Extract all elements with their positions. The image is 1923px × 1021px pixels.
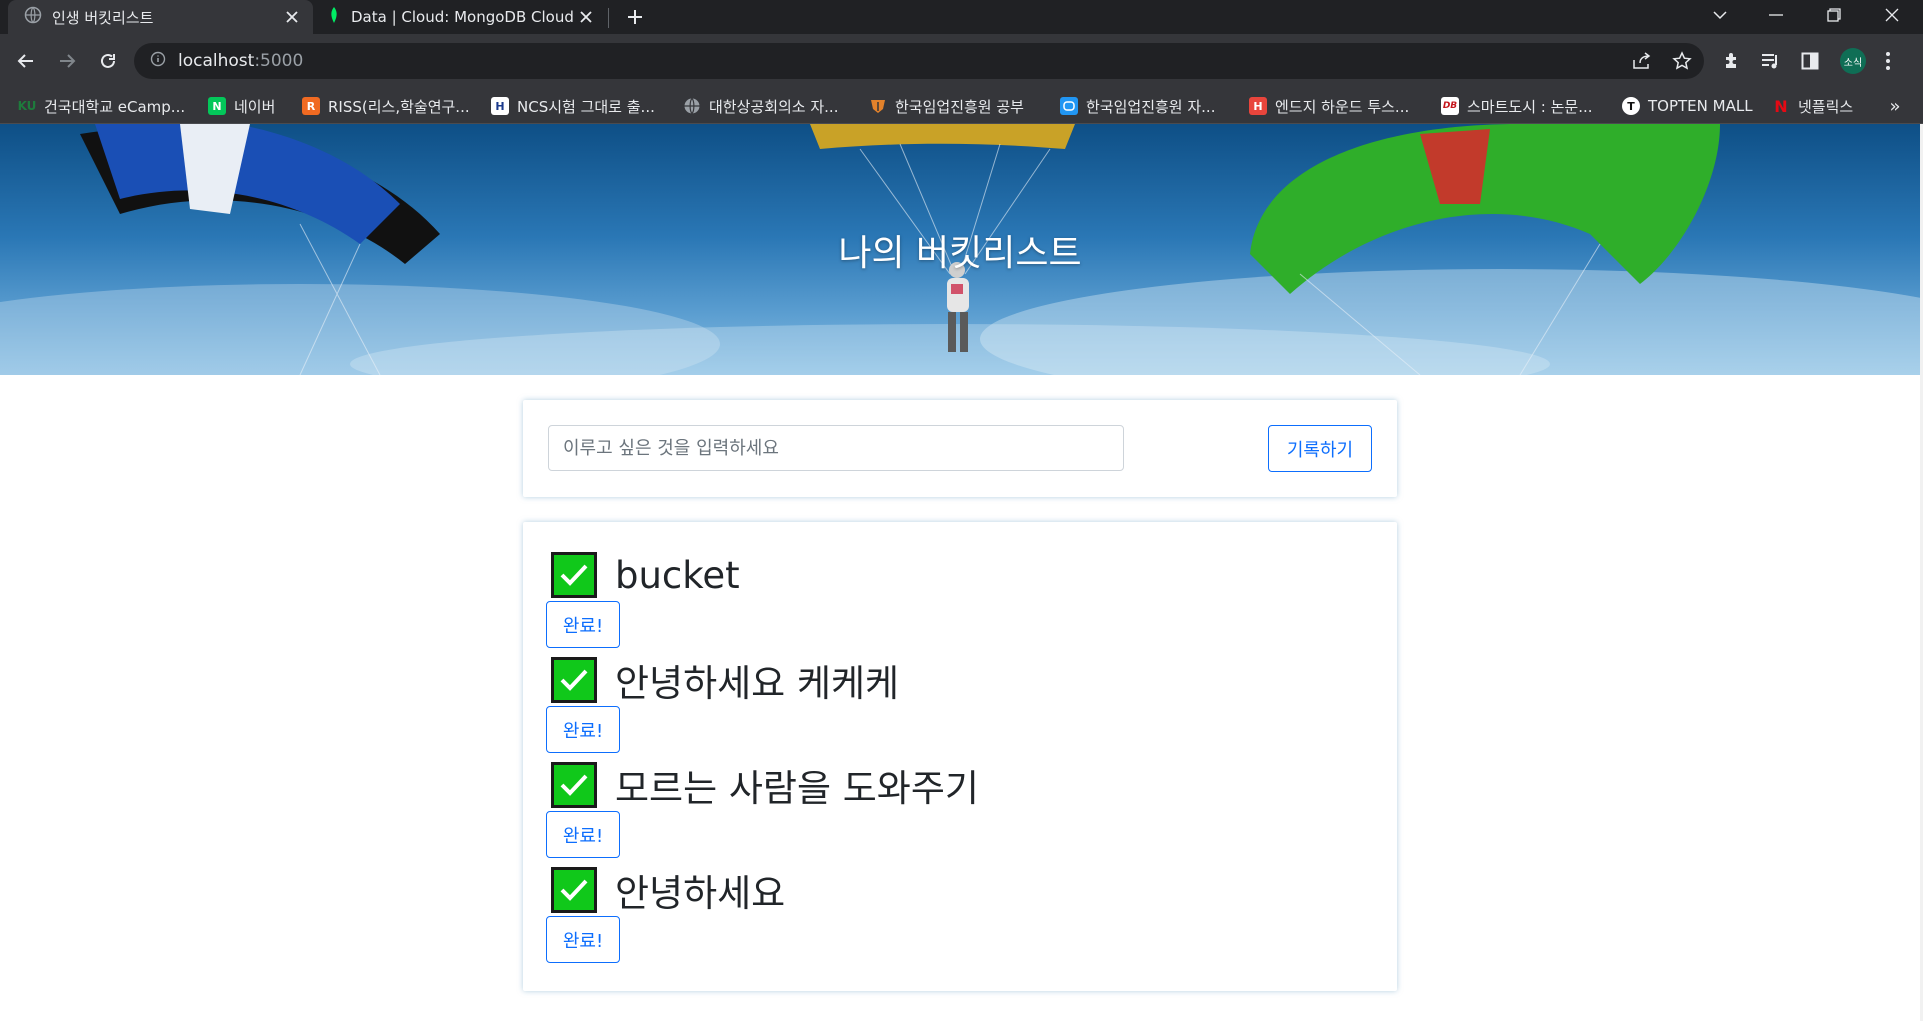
bucket-row: 모르는 사람을 도와주기: [551, 760, 979, 810]
list-item: 안녕하세요 케케케 완료!: [546, 655, 1371, 755]
bucket-row: 안녕하세요 케케케: [551, 655, 899, 705]
bookmark-item[interactable]: 한국임업진흥원 자...: [1060, 88, 1215, 124]
bookmark-item[interactable]: DB 스마트도시 : 논문...: [1441, 88, 1593, 124]
bookmark-label: 한국임업진흥원 공부: [895, 97, 1024, 116]
bookmark-item[interactable]: N 넷플릭스: [1772, 88, 1853, 124]
houndstooth-favicon-icon: H: [1249, 97, 1267, 115]
new-tab-button[interactable]: [622, 4, 648, 30]
tab-bucket-list[interactable]: 인생 버킷리스트: [8, 0, 313, 34]
bookmark-item[interactable]: 대한상공회의소 자...: [683, 88, 838, 124]
forward-button[interactable]: [53, 47, 81, 75]
bookmark-item[interactable]: KU 건국대학교 eCamp...: [17, 88, 186, 124]
bucket-text: 안녕하세요 케케케: [615, 662, 900, 705]
bookmark-label: NCS시험 그대로 출...: [517, 97, 655, 116]
ku-favicon-icon: KU: [17, 99, 37, 113]
done-button[interactable]: 완료!: [546, 811, 620, 858]
bookmark-item[interactable]: T TOPTEN MALL: [1622, 88, 1753, 124]
bucket-row: 안녕하세요: [551, 865, 785, 915]
tab-title: 인생 버킷리스트: [52, 8, 154, 27]
tab-search-icon[interactable]: [1692, 0, 1748, 30]
media-icon[interactable]: [1757, 47, 1785, 75]
bookmark-item[interactable]: H NCS시험 그대로 출...: [491, 88, 655, 124]
side-panel-icon[interactable]: [1796, 47, 1824, 75]
bookmarks-overflow-icon[interactable]: »: [1880, 88, 1910, 124]
page-title: 나의 버킷리스트: [838, 233, 1082, 274]
tab-separator: [608, 8, 609, 28]
mongodb-leaf-icon: [327, 6, 341, 28]
bookmark-item[interactable]: R RISS(리스,학술연구...: [302, 88, 470, 124]
bookmark-label: TOPTEN MALL: [1648, 97, 1753, 115]
url-host: localhost: [178, 51, 255, 71]
check-mark-icon: [551, 552, 597, 598]
tab-mongodb[interactable]: Data | Cloud: MongoDB Cloud: [313, 0, 607, 34]
address-bar[interactable]: localhost:5000: [134, 43, 1704, 79]
record-button[interactable]: 기록하기: [1268, 425, 1372, 472]
bookmark-item[interactable]: 한국임업진흥원 공부: [869, 88, 1024, 124]
ncs-favicon-icon: H: [491, 97, 509, 115]
bucket-list-card: bucket 완료! 안녕하세요 케케케 완료! 모르는 사람을 도와주기 완료…: [523, 522, 1397, 991]
bookmark-label: 스마트도시 : 논문...: [1467, 97, 1593, 116]
bookmark-label: 넷플릭스: [1798, 97, 1854, 116]
globe-icon: [24, 6, 42, 28]
check-mark-icon: [551, 867, 597, 913]
globe-icon: [683, 97, 701, 115]
done-button[interactable]: 완료!: [546, 916, 620, 963]
url-port: :5000: [254, 51, 304, 71]
tab-title: Data | Cloud: MongoDB Cloud: [351, 8, 574, 26]
back-button[interactable]: [12, 47, 40, 75]
check-mark-icon: [551, 657, 597, 703]
bucket-text: 모르는 사람을 도와주기: [615, 767, 979, 810]
restore-button[interactable]: [1806, 0, 1862, 30]
bookmark-label: 건국대학교 eCamp...: [44, 97, 186, 116]
list-item: bucket 완료!: [546, 550, 1371, 650]
forest-agency-favicon-icon: [1060, 97, 1078, 115]
done-button[interactable]: 완료!: [546, 706, 620, 753]
check-mark-icon: [551, 762, 597, 808]
bookmark-item[interactable]: H 엔드지 하운드 투스...: [1249, 88, 1409, 124]
naver-favicon-icon: N: [208, 97, 226, 115]
info-icon[interactable]: [150, 51, 166, 71]
bookmark-label: 한국임업진흥원 자...: [1086, 97, 1216, 116]
extensions-icon[interactable]: [1718, 47, 1746, 75]
dbpia-favicon-icon: DB: [1441, 97, 1459, 115]
bookmark-label: 네이버: [234, 97, 276, 116]
hero-banner: 나의 버킷리스트: [0, 124, 1920, 375]
close-icon[interactable]: [283, 8, 301, 26]
bookmarks-bar: KU 건국대학교 eCamp... N 네이버 R RISS(리스,학술연구..…: [0, 88, 1923, 124]
bookmark-label: 대한상공회의소 자...: [709, 97, 839, 116]
list-item: 모르는 사람을 도와주기 완료!: [546, 760, 1371, 860]
done-button[interactable]: 완료!: [546, 601, 620, 648]
minimize-button[interactable]: [1748, 0, 1804, 30]
netflix-favicon-icon: N: [1774, 96, 1788, 116]
browser-toolbar: localhost:5000: [0, 34, 1923, 88]
list-item: 안녕하세요 완료!: [546, 865, 1371, 965]
close-icon[interactable]: [577, 8, 595, 26]
star-icon[interactable]: [1669, 43, 1695, 79]
close-window-button[interactable]: [1864, 0, 1920, 30]
share-icon[interactable]: [1629, 43, 1655, 79]
reload-button[interactable]: [94, 47, 122, 75]
forest-favicon-icon: [869, 97, 887, 115]
profile-avatar[interactable]: 소식: [1840, 48, 1866, 74]
bucket-text: 안녕하세요: [615, 872, 786, 915]
bookmark-item[interactable]: N 네이버: [208, 88, 275, 124]
bookmark-label: RISS(리스,학술연구...: [328, 97, 470, 116]
bucket-form-card: 기록하기: [523, 400, 1397, 497]
topten-favicon-icon: T: [1622, 97, 1640, 115]
bucket-row: bucket: [551, 550, 740, 600]
bookmark-label: 엔드지 하운드 투스...: [1275, 97, 1410, 116]
menu-kebab-icon[interactable]: [1874, 47, 1902, 75]
bucket-text: bucket: [615, 553, 740, 597]
tab-strip: 인생 버킷리스트 Data | Cloud: MongoDB Cloud: [0, 0, 1923, 34]
bucket-input[interactable]: [548, 425, 1124, 471]
riss-favicon-icon: R: [302, 97, 320, 115]
